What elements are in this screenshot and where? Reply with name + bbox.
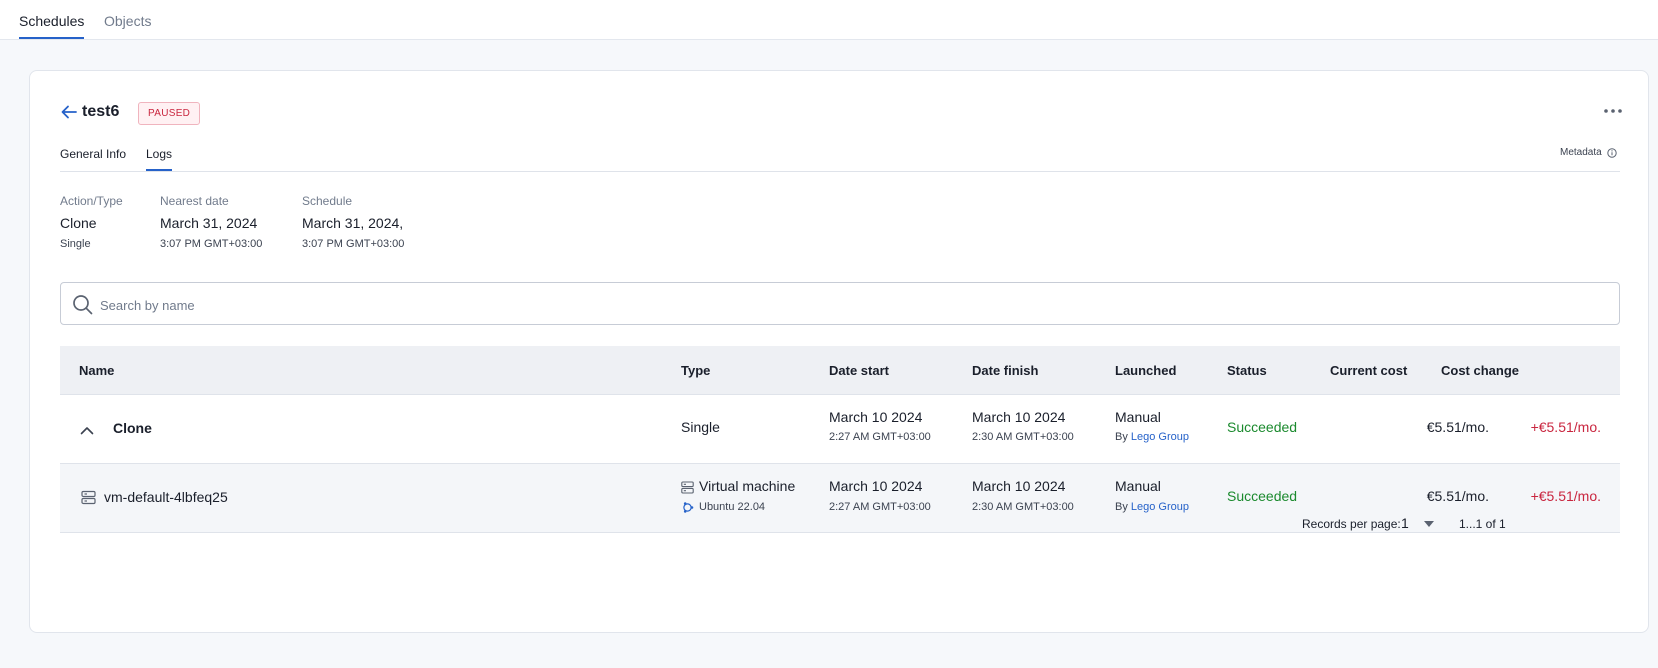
row-os: Ubuntu 22.04 [699,501,766,513]
row-date-finish-time: 2:30 AM GMT+03:00 [972,431,1074,443]
column-header-cost-change[interactable]: Cost change [1441,363,1519,378]
launched-by-link[interactable]: Lego Group [1131,501,1189,513]
schedule-card: test6 PAUSED General Info Logs Metadata … [29,70,1649,633]
info-icon [1607,147,1617,158]
action-type-value: Clone [60,215,97,231]
schedule-value: March 31, 2024, [302,215,404,231]
top-nav: Schedules Objects [0,0,1658,40]
row-current-cost: €5.51/mo. [1426,419,1489,435]
column-header-launched[interactable]: Launched [1115,363,1176,378]
row-date-finish: March 10 2024 [972,478,1066,494]
column-header-current-cost[interactable]: Current cost [1330,363,1407,378]
tab-schedules[interactable]: Schedules [19,13,85,39]
action-type-sub: Single [60,238,91,250]
tab-logs[interactable]: Logs [146,147,173,171]
row-status: Succeeded [1227,488,1298,504]
row-name-link[interactable]: vm-default-4lbfeq25 [104,489,228,505]
nearest-date-time: 3:07 PM GMT+03:00 [160,238,263,250]
row-status: Succeeded [1227,419,1298,435]
nearest-date-value: March 31, 2024 [160,215,258,231]
metadata-label: Metadata [1560,147,1602,158]
row-current-cost: €5.51/mo. [1426,488,1489,504]
server-icon [81,490,96,505]
row-launched-by: By Lego Group [1115,501,1189,513]
caret-down-icon[interactable] [1424,521,1434,527]
records-per-page-label: Records per page: [1302,517,1401,531]
row-date-start-time: 2:27 AM GMT+03:00 [829,501,931,513]
row-date-finish-time: 2:30 AM GMT+03:00 [972,501,1074,513]
action-type-label: Action/Type [60,194,123,208]
tabs-divider [60,171,1620,172]
launched-by-prefix: By [1115,431,1128,443]
page-title: test6 [82,103,120,120]
column-header-date-finish[interactable]: Date finish [972,363,1038,378]
column-header-type[interactable]: Type [681,363,710,378]
row-cost-change: +€5.51/mo. [1530,488,1601,504]
pagination-range: 1...1 of 1 [1459,517,1506,531]
tab-objects[interactable]: Objects [104,13,151,29]
row-launched: Manual [1115,478,1161,494]
table-header: Name Type Date start Date finish Launche… [60,346,1620,395]
row-type: Virtual machine [699,478,796,494]
row-cost-change: +€5.51/mo. [1530,419,1601,435]
column-header-date-start[interactable]: Date start [829,363,889,378]
column-header-name[interactable]: Name [79,363,114,378]
server-icon [681,481,694,494]
row-type: Single [681,419,720,435]
search-input[interactable] [100,295,1600,315]
schedule-label: Schedule [302,194,353,208]
schedule-time: 3:07 PM GMT+03:00 [302,238,405,250]
row-date-finish: March 10 2024 [972,409,1066,425]
launched-by-prefix: By [1115,501,1128,513]
nearest-date-label: Nearest date [160,194,229,208]
row-date-start: March 10 2024 [829,409,923,425]
launched-by-link[interactable]: Lego Group [1131,431,1189,443]
row-launched: Manual [1115,409,1161,425]
tab-general-info[interactable]: General Info [60,147,126,161]
chevron-up-icon[interactable] [80,426,94,435]
ubuntu-icon [683,502,694,513]
metadata-link[interactable]: Metadata [1560,147,1617,158]
records-per-page-select[interactable]: 1 [1401,515,1409,531]
search-icon [73,295,93,315]
search-box [60,282,1620,325]
row-name: Clone [113,420,152,436]
row-launched-by: By Lego Group [1115,431,1189,443]
column-header-status[interactable]: Status [1227,363,1267,378]
table-row[interactable]: Clone Single March 10 2024 2:27 AM GMT+0… [60,395,1620,464]
status-badge: PAUSED [138,102,201,125]
row-date-start: March 10 2024 [829,478,923,494]
arrow-left-icon[interactable] [61,105,77,119]
more-horizontal-icon[interactable] [1601,103,1625,119]
row-date-start-time: 2:27 AM GMT+03:00 [829,431,931,443]
